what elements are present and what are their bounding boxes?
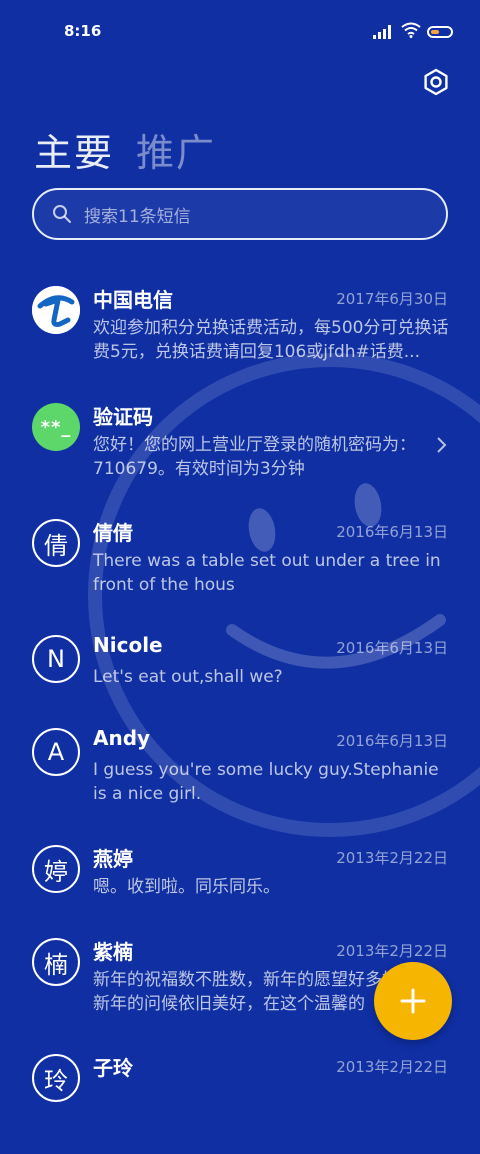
message-date: 2013年2月22日 bbox=[336, 849, 448, 867]
contact-name: 子玲 bbox=[93, 1056, 133, 1080]
message-date: 2013年2月22日 bbox=[336, 1058, 448, 1076]
avatar: 婷 bbox=[32, 845, 80, 893]
battery-icon bbox=[427, 26, 453, 38]
contact-name: 燕婷 bbox=[93, 847, 133, 871]
message-date: 2016年6月13日 bbox=[336, 639, 448, 657]
message-date: 2016年6月13日 bbox=[336, 523, 448, 541]
message-date: 2017年6月30日 bbox=[336, 290, 448, 308]
message-date: 2016年6月13日 bbox=[336, 732, 448, 750]
settings-icon[interactable] bbox=[420, 66, 452, 98]
avatar: A bbox=[32, 728, 80, 776]
contact-name: Nicole bbox=[93, 633, 163, 657]
message-preview: Let's eat out,shall we? bbox=[93, 667, 283, 687]
contact-name: 紫楠 bbox=[93, 940, 133, 964]
contact-name: Andy bbox=[93, 726, 151, 750]
search-icon bbox=[53, 205, 71, 223]
cellular-signal-icon bbox=[373, 25, 391, 39]
avatar: **_ bbox=[32, 403, 80, 451]
status-time: 8:16 bbox=[64, 22, 102, 40]
list-item[interactable]: 倩 倩倩 2016年6月13日 There was a table set ou… bbox=[0, 519, 480, 619]
wifi-icon bbox=[401, 22, 421, 38]
tab-promotions[interactable]: 推广 bbox=[136, 122, 216, 177]
list-item[interactable]: 婷 燕婷 2013年2月22日 嗯。收到啦。同乐同乐。 bbox=[0, 845, 480, 945]
list-item[interactable]: 玲 子玲 2013年2月22日 bbox=[0, 1054, 480, 1154]
search-placeholder: 搜索11条短信 bbox=[84, 206, 191, 227]
avatar: N bbox=[32, 635, 80, 683]
message-date: 2013年2月22日 bbox=[336, 942, 448, 960]
message-preview: 嗯。收到啦。同乐同乐。 bbox=[93, 877, 280, 897]
chevron-right-icon[interactable] bbox=[436, 436, 448, 454]
message-preview: 欢迎参加积分兑换话费活动，每500分可兑换话费5元，兑换话费请回复106或jfd… bbox=[93, 318, 449, 362]
avatar: 楠 bbox=[32, 938, 80, 986]
status-bar: 8:16 bbox=[0, 0, 480, 60]
contact-name: 中国电信 bbox=[93, 288, 173, 312]
avatar bbox=[32, 286, 80, 334]
search-input[interactable]: 搜索11条短信 bbox=[32, 188, 448, 240]
plus-icon bbox=[400, 988, 426, 1014]
tab-bar: 主要 推广 bbox=[34, 122, 216, 177]
list-item[interactable]: **_ 验证码 您好！您的网上营业厅登录的随机密码为：710679。有效时间为3… bbox=[0, 403, 480, 503]
message-preview: There was a table set out under a tree i… bbox=[93, 551, 441, 595]
china-telecom-logo-icon bbox=[32, 286, 80, 334]
list-item[interactable]: A Andy 2016年6月13日 I guess you're some lu… bbox=[0, 726, 480, 828]
message-preview: 您好！您的网上营业厅登录的随机密码为：710679。有效时间为3分钟 bbox=[93, 435, 416, 479]
list-item[interactable]: N Nicole 2016年6月13日 Let's eat out,shall … bbox=[0, 633, 480, 735]
contact-name: 倩倩 bbox=[93, 521, 133, 545]
list-item[interactable]: 中国电信 2017年6月30日 欢迎参加积分兑换话费活动，每500分可兑换话费5… bbox=[0, 286, 480, 386]
tab-primary[interactable]: 主要 bbox=[34, 122, 114, 177]
new-message-button[interactable] bbox=[374, 962, 452, 1040]
contact-name: 验证码 bbox=[93, 405, 153, 429]
message-preview: I guess you're some lucky guy.Stephanie … bbox=[93, 760, 439, 804]
avatar: 玲 bbox=[32, 1054, 80, 1102]
avatar: 倩 bbox=[32, 519, 80, 567]
